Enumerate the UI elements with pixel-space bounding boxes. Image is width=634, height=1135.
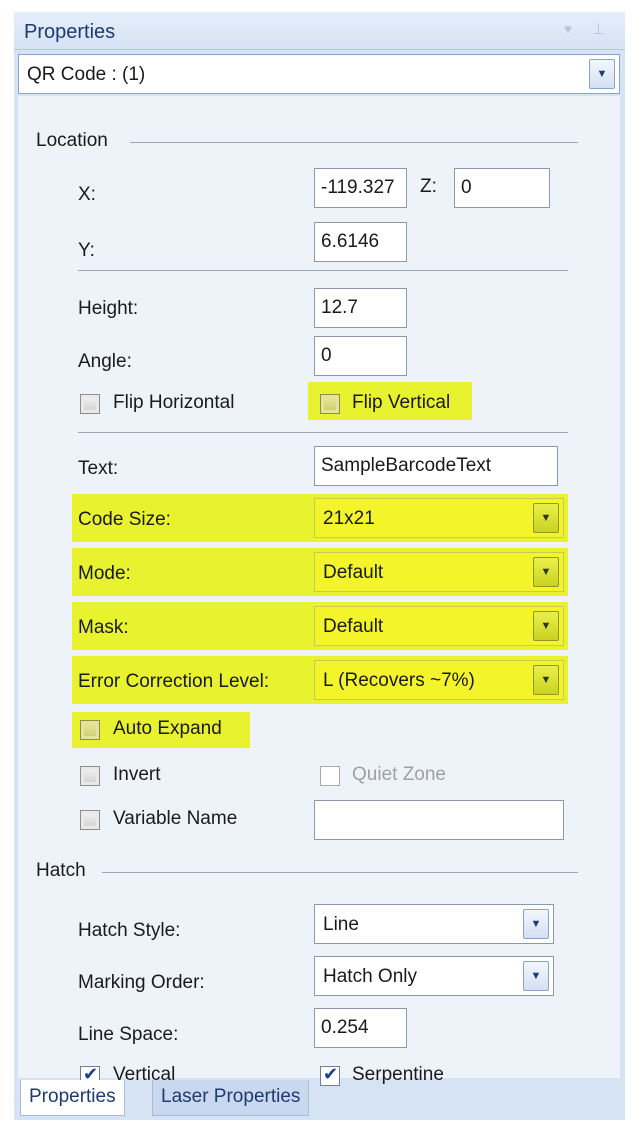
barcode-text-input[interactable]: SampleBarcodeText xyxy=(314,446,558,486)
angle-input[interactable]: 0 xyxy=(314,336,407,376)
mode-select[interactable]: Default ▼ xyxy=(314,552,564,592)
separator xyxy=(78,270,568,271)
chevron-down-icon[interactable]: ▼ xyxy=(533,611,559,641)
flip-vertical-label: Flip Vertical xyxy=(352,392,451,413)
marking-order-label: Marking Order: xyxy=(78,972,205,993)
x-input[interactable]: -119.327 xyxy=(314,168,407,208)
hatch-group-label: Hatch xyxy=(36,860,86,881)
x-label: X: xyxy=(78,184,96,205)
auto-expand-checkbox[interactable] xyxy=(80,720,100,740)
mask-label: Mask: xyxy=(78,617,129,638)
quiet-zone-checkbox[interactable] xyxy=(320,766,340,786)
z-input[interactable]: 0 xyxy=(454,168,550,208)
hatch-style-label: Hatch Style: xyxy=(78,920,181,941)
line-space-input[interactable]: 0.254 xyxy=(314,1008,407,1048)
mask-value: Default xyxy=(323,616,384,637)
tab-properties[interactable]: Properties xyxy=(20,1080,125,1116)
title-bar: Properties ▾ ⊥ xyxy=(14,12,625,50)
chevron-down-icon[interactable]: ▼ xyxy=(523,909,549,939)
flip-horizontal-checkbox[interactable] xyxy=(80,394,100,414)
chevron-down-icon[interactable]: ▼ xyxy=(523,961,549,991)
error-correction-label: Error Correction Level: xyxy=(78,671,270,692)
marking-order-value: Hatch Only xyxy=(323,966,417,987)
y-input[interactable]: 6.6146 xyxy=(314,222,407,262)
location-group-label: Location xyxy=(36,130,108,151)
marking-order-select[interactable]: Hatch Only ▼ xyxy=(314,956,554,996)
error-correction-select[interactable]: L (Recovers ~7%) ▼ xyxy=(314,660,564,700)
object-selector[interactable]: QR Code : (1) ▼ xyxy=(18,54,620,94)
text-label: Text: xyxy=(78,458,119,479)
separator xyxy=(78,432,568,433)
code-size-value: 21x21 xyxy=(323,508,375,529)
chevron-down-icon[interactable]: ▼ xyxy=(533,557,559,587)
window-title: Properties xyxy=(24,21,116,43)
chevron-down-icon[interactable]: ▼ xyxy=(533,665,559,695)
variable-name-label: Variable Name xyxy=(113,808,238,829)
mode-label: Mode: xyxy=(78,563,131,584)
properties-window: Properties ▾ ⊥ QR Code : (1) ▼ Location … xyxy=(14,12,625,1120)
y-label: Y: xyxy=(78,240,95,261)
error-correction-value: L (Recovers ~7%) xyxy=(323,670,475,691)
chevron-down-icon[interactable]: ▼ xyxy=(589,59,615,89)
code-size-select[interactable]: 21x21 ▼ xyxy=(314,498,564,538)
auto-expand-label: Auto Expand xyxy=(113,718,222,739)
pin-icon[interactable]: ▾ ⊥ xyxy=(564,20,613,38)
hatch-style-select[interactable]: Line ▼ xyxy=(314,904,554,944)
mode-value: Default xyxy=(323,562,384,583)
chevron-down-icon[interactable]: ▼ xyxy=(533,503,559,533)
property-grid: Location X: -119.327 Z: 0 Y: 6.6146 Heig… xyxy=(18,96,620,1086)
invert-label: Invert xyxy=(113,764,161,785)
tab-strip: Properties Laser Properties xyxy=(14,1080,625,1120)
flip-horizontal-label: Flip Horizontal xyxy=(113,392,235,413)
height-input[interactable]: 12.7 xyxy=(314,288,407,328)
angle-label: Angle: xyxy=(78,351,132,372)
code-size-label: Code Size: xyxy=(78,509,171,530)
z-label: Z: xyxy=(420,176,437,197)
line-space-label: Line Space: xyxy=(78,1024,179,1045)
quiet-zone-label: Quiet Zone xyxy=(352,764,446,785)
variable-name-checkbox[interactable] xyxy=(80,810,100,830)
invert-checkbox[interactable] xyxy=(80,766,100,786)
flip-vertical-checkbox[interactable] xyxy=(320,394,340,414)
mask-select[interactable]: Default ▼ xyxy=(314,606,564,646)
hatch-group-divider xyxy=(102,872,578,873)
location-group-divider xyxy=(130,142,578,143)
hatch-style-value: Line xyxy=(323,914,359,935)
object-selector-value: QR Code : (1) xyxy=(27,64,146,85)
height-label: Height: xyxy=(78,298,139,319)
variable-name-input[interactable] xyxy=(314,800,564,840)
tab-laser-properties[interactable]: Laser Properties xyxy=(152,1080,310,1116)
